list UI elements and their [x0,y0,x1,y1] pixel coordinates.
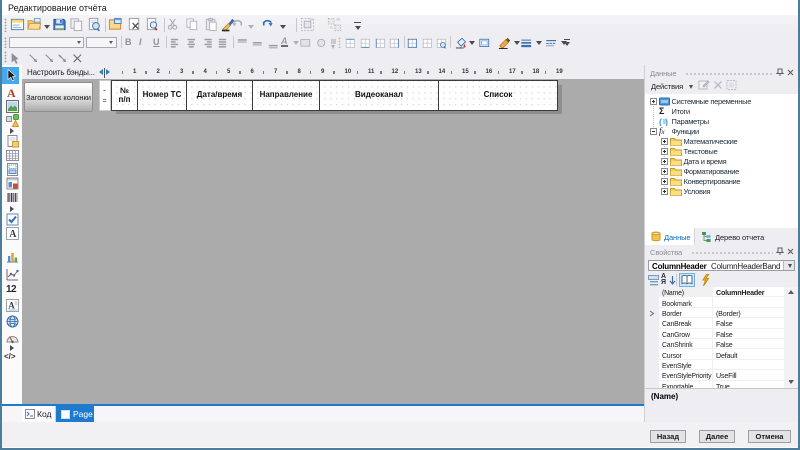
svg-text:A: A [8,301,15,311]
svg-text:A: A [9,229,17,240]
svg-text:(: ( [659,117,662,126]
